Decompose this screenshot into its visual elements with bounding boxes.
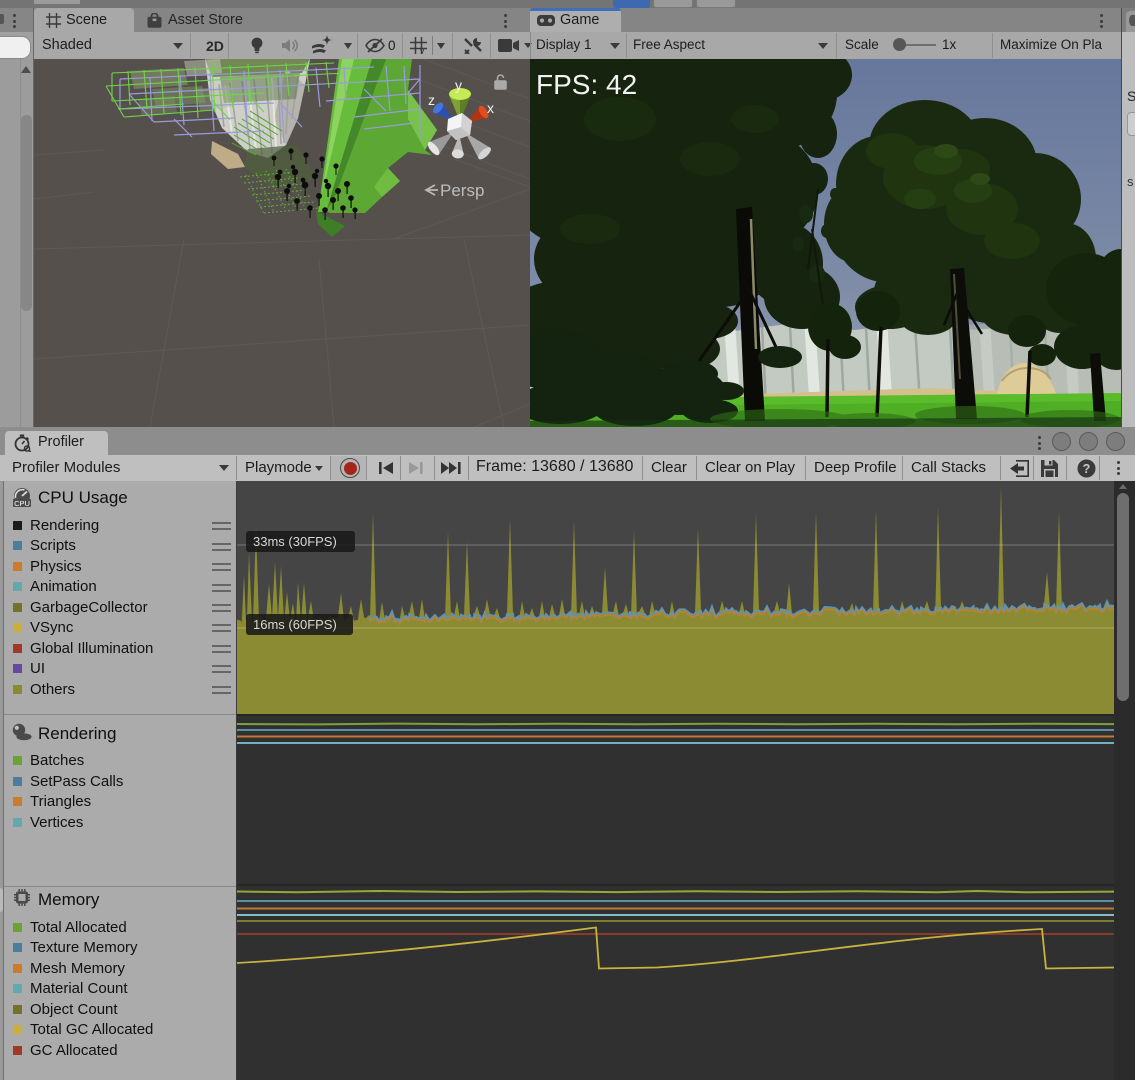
svg-text:CPU: CPU <box>14 499 30 507</box>
svg-text:y: y <box>420 46 425 55</box>
svg-text:?: ? <box>1083 462 1091 476</box>
svg-text:Persp: Persp <box>440 181 484 200</box>
svg-text:x: x <box>487 100 494 116</box>
svg-text:z: z <box>428 92 435 108</box>
svg-text:y: y <box>455 77 462 93</box>
